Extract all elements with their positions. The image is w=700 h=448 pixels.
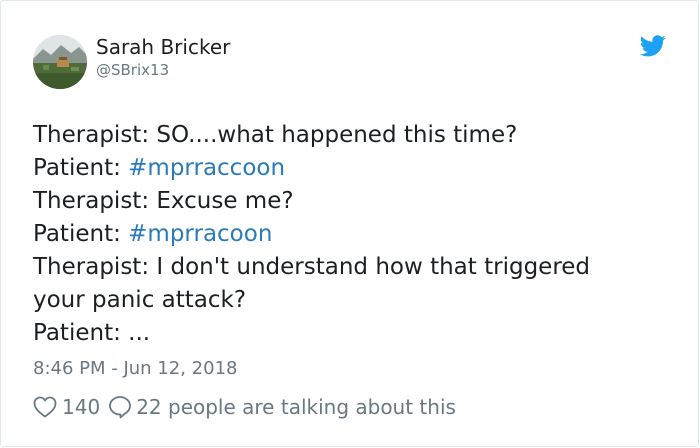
tweet-line: Patient: ... xyxy=(33,317,673,350)
engagement-bar: 140 22 people are talking about this xyxy=(33,393,456,421)
tweet-line: Therapist: Excuse me? xyxy=(33,185,673,218)
twitter-bird-icon[interactable] xyxy=(639,35,666,57)
tweet-line-text: Patient: xyxy=(33,221,129,247)
tweet-text: Therapist: SO....what happened this time… xyxy=(33,119,673,350)
tweet-card: Sarah Bricker @SBrix13 Therapist: SO....… xyxy=(0,0,699,447)
tweet-line: Therapist: I don't understand how that t… xyxy=(33,251,673,284)
tweet-line: Therapist: SO....what happened this time… xyxy=(33,119,673,152)
tweet-timestamp[interactable]: 8:46 PM - Jun 12, 2018 xyxy=(33,357,237,381)
talking-about-text: 22 people are talking about this xyxy=(136,395,456,419)
author-display-name[interactable]: Sarah Bricker xyxy=(96,35,230,59)
tweet-line-text: Therapist: I don't understand how that t… xyxy=(33,254,591,280)
tweet-header: Sarah Bricker @SBrix13 xyxy=(33,35,230,89)
tweet-line-text: Patient: ... xyxy=(33,320,151,346)
tweet-line: Patient: #mprracoon xyxy=(33,218,673,251)
tweet-line: your panic attack? xyxy=(33,284,673,317)
hashtag-link[interactable]: #mprracoon xyxy=(128,221,272,247)
landscape-avatar xyxy=(33,35,87,89)
hashtag-link[interactable]: #mprraccoon xyxy=(128,155,285,181)
author-handle[interactable]: @SBrix13 xyxy=(96,60,230,80)
avatar[interactable] xyxy=(33,35,87,89)
tweet-line: Patient: #mprraccoon xyxy=(33,152,673,185)
tweet-line-text: Therapist: SO....what happened this time… xyxy=(33,122,518,148)
tweet-line-text: your panic attack? xyxy=(33,287,247,313)
like-count: 140 xyxy=(62,395,101,419)
heart-icon xyxy=(33,396,57,418)
author-names: Sarah Bricker @SBrix13 xyxy=(96,35,230,80)
tweet-line-text: Patient: xyxy=(33,155,129,181)
conversation-link[interactable]: 22 people are talking about this xyxy=(108,395,456,419)
speech-bubble-icon xyxy=(108,395,132,419)
like-button[interactable]: 140 xyxy=(33,395,100,419)
tweet-line-text: Therapist: Excuse me? xyxy=(33,188,294,214)
